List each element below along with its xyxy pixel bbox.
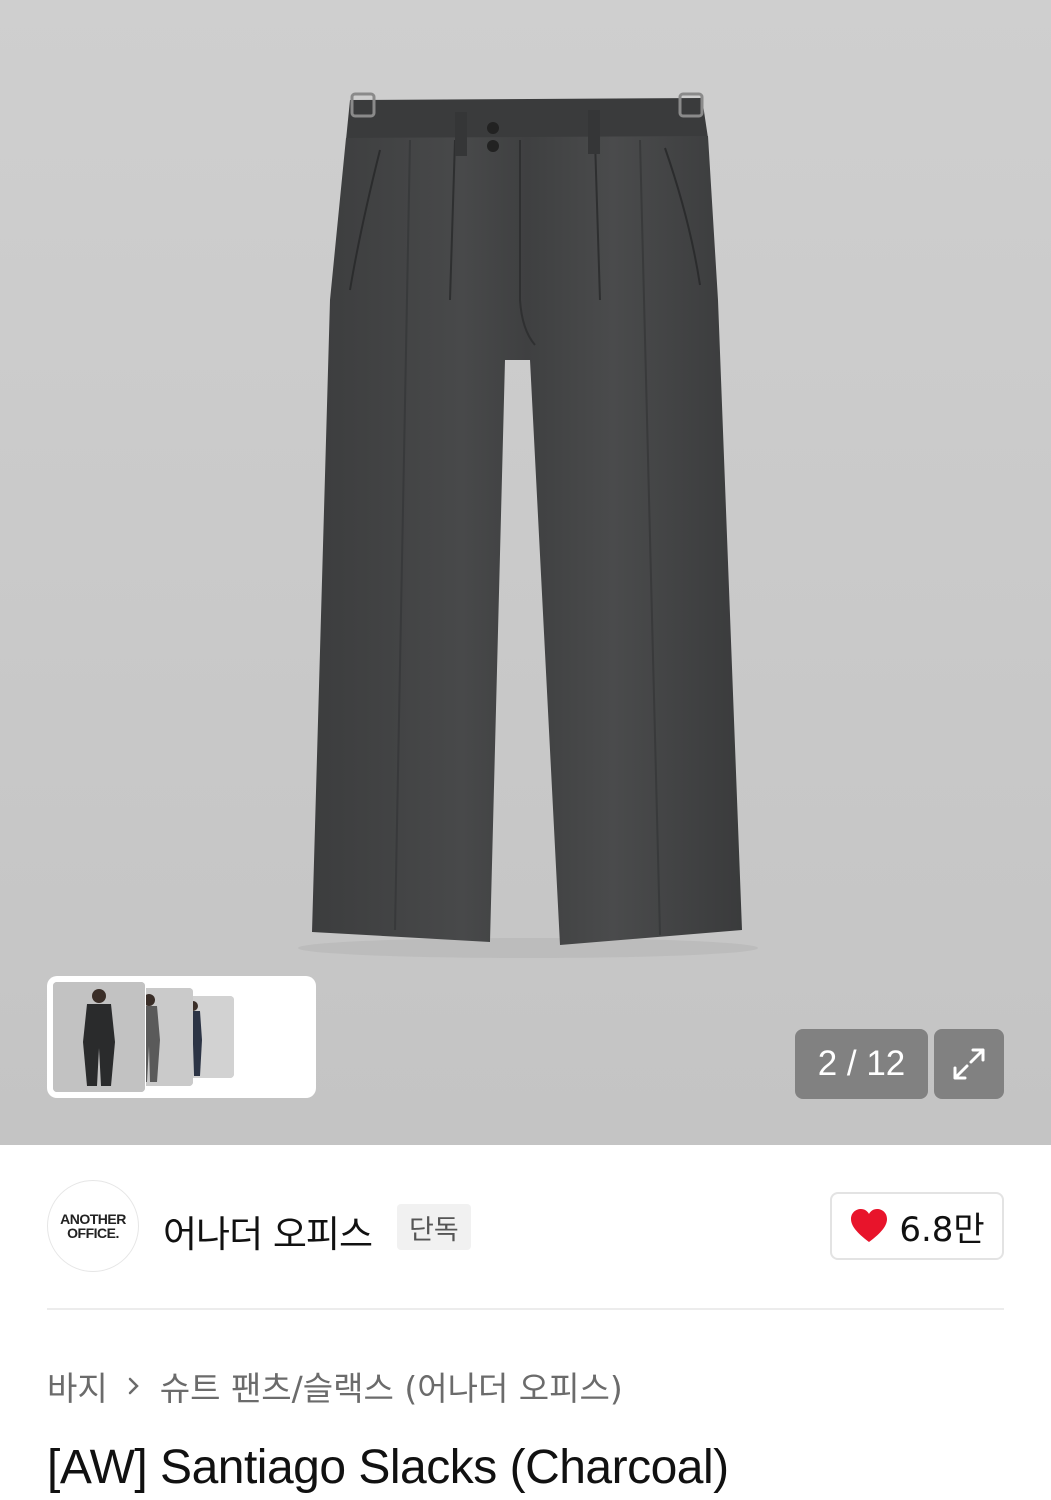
model-figure-icon [53,982,145,1092]
brand-name[interactable]: 어나더 오피스 [163,1204,373,1258]
breadcrumb: 바지 슈트 팬츠/슬랙스 (어나더 오피스) [47,1362,623,1410]
divider [47,1308,1004,1310]
chevron-right-icon [126,1374,142,1398]
exclusive-badge: 단독 [397,1204,471,1250]
product-image [298,92,758,958]
brand-logo-line2: OFFICE. [67,1225,119,1241]
image-counter: 2 / 12 [795,1029,928,1099]
like-button[interactable]: 6.8만 [830,1192,1004,1260]
heart-icon [851,1209,888,1242]
brand-logo-line1: ANOTHER [60,1211,126,1227]
thumbnail-strip[interactable] [47,976,316,1098]
product-title: [AW] Santiago Slacks (Charcoal) [47,1441,729,1494]
breadcrumb-subcategory[interactable]: 슈트 팬츠/슬랙스 (어나더 오피스) [160,1362,623,1410]
breadcrumb-category[interactable]: 바지 [47,1362,108,1410]
expand-button[interactable] [934,1029,1004,1099]
expand-icon [953,1048,985,1080]
like-count: 6.8만 [899,1209,985,1250]
thumbnail-1[interactable] [53,982,145,1092]
product-image-gallery[interactable]: 2 / 12 [0,0,1051,1145]
brand-logo[interactable]: ANOTHER OFFICE. [47,1180,139,1272]
brand-row: ANOTHER OFFICE. 어나더 오피스 단독 6.8만 [47,1180,1004,1275]
